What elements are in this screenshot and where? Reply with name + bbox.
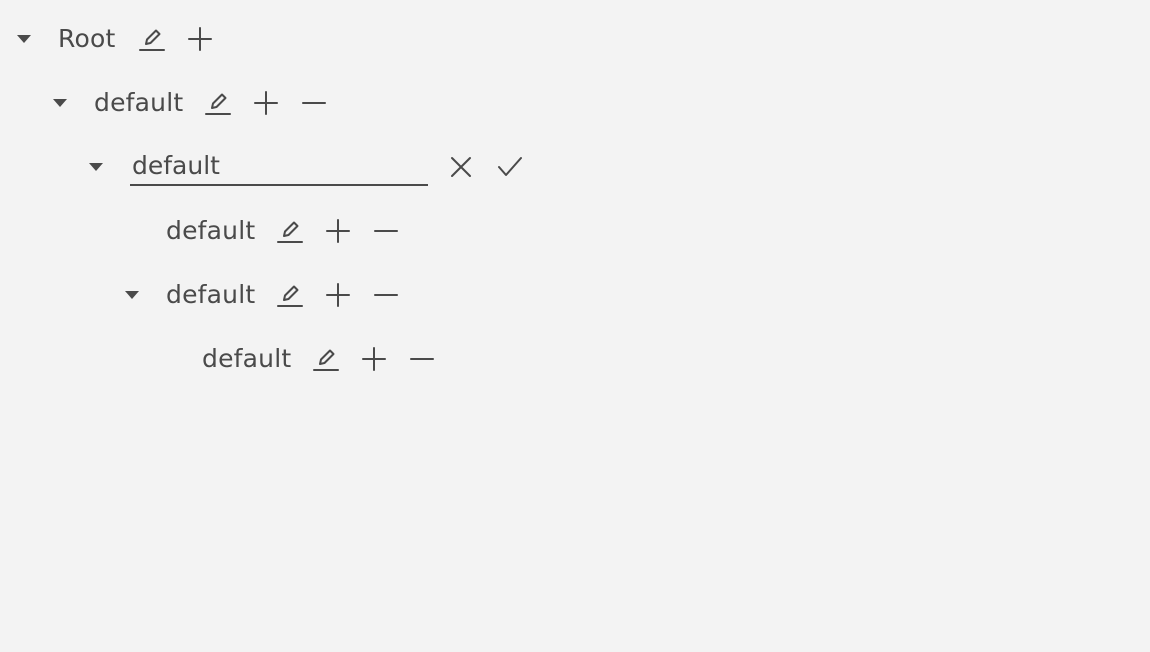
node-label-default: default <box>166 280 256 309</box>
caret-down-icon[interactable] <box>120 283 144 307</box>
pencil-icon[interactable] <box>203 88 233 118</box>
plus-icon[interactable] <box>359 344 389 374</box>
pencil-icon[interactable] <box>311 344 341 374</box>
pencil-icon[interactable] <box>275 216 305 246</box>
plus-icon[interactable] <box>323 216 353 246</box>
check-icon[interactable] <box>495 152 525 182</box>
caret-down-icon[interactable] <box>48 91 72 115</box>
caret-down-icon[interactable] <box>84 155 108 179</box>
minus-icon[interactable] <box>299 88 329 118</box>
tree-view: Root default default default default def… <box>0 0 1150 652</box>
minus-icon[interactable] <box>371 280 401 310</box>
minus-icon[interactable] <box>371 216 401 246</box>
minus-icon[interactable] <box>407 344 437 374</box>
pencil-icon[interactable] <box>137 24 167 54</box>
plus-icon[interactable] <box>251 88 281 118</box>
plus-icon[interactable] <box>323 280 353 310</box>
node-label-root: Root <box>58 24 116 53</box>
node-label-default: default <box>202 344 292 373</box>
caret-down-icon[interactable] <box>12 27 36 51</box>
node-name-input[interactable] <box>130 146 428 186</box>
node-label-default: default <box>166 216 256 245</box>
close-icon[interactable] <box>446 152 476 182</box>
plus-icon[interactable] <box>185 24 215 54</box>
node-label-default: default <box>94 88 184 117</box>
pencil-icon[interactable] <box>275 280 305 310</box>
